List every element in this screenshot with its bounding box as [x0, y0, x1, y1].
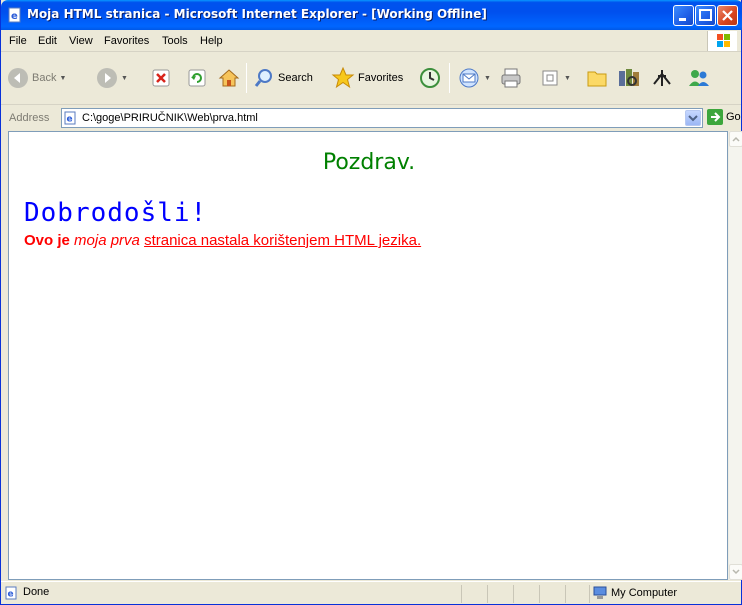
browser-window: e Moja HTML stranica - Microsoft Interne… — [0, 0, 742, 605]
page-icon: e — [64, 111, 76, 125]
menu-favorites[interactable]: Favorites — [104, 35, 149, 47]
back-dropdown-icon[interactable]: ▼ — [59, 75, 66, 82]
minimize-button[interactable] — [673, 5, 694, 26]
windows-logo — [707, 31, 737, 51]
para-bold: Ovo je — [24, 232, 70, 249]
menu-file[interactable]: File — [9, 35, 27, 47]
folder-icon — [587, 71, 607, 87]
done-page-icon: e — [5, 586, 17, 600]
research-icon — [619, 69, 639, 86]
chevron-down-icon — [688, 115, 698, 122]
go-label: Go — [726, 111, 741, 123]
maximize-button[interactable] — [695, 5, 716, 26]
edit-button[interactable]: ▼ — [539, 61, 571, 95]
back-label: Back — [32, 72, 57, 84]
contacts-button[interactable] — [686, 61, 712, 95]
mail-dropdown-icon[interactable]: ▼ — [484, 75, 491, 82]
close-icon — [722, 10, 733, 21]
back-button[interactable]: Back ▼ — [7, 61, 66, 95]
address-dropdown-button[interactable] — [685, 110, 701, 126]
chevron-down-icon — [732, 569, 740, 575]
menu-help[interactable]: Help — [200, 35, 223, 47]
maximize-icon — [699, 9, 712, 21]
status-pane — [461, 585, 487, 603]
scroll-down-button[interactable] — [729, 564, 742, 580]
status-pane — [513, 585, 539, 603]
toolbar-separator — [449, 63, 450, 93]
stop-icon — [152, 69, 170, 87]
zone-text: My Computer — [611, 587, 678, 599]
para-italic: moja prva — [74, 232, 140, 249]
stop-button[interactable] — [151, 61, 171, 95]
back-icon — [8, 68, 28, 88]
chevron-up-icon — [732, 136, 740, 142]
mail-button[interactable]: ▼ — [457, 61, 491, 95]
para-underline: stranica nastala korištenjem HTML jezika… — [144, 232, 422, 249]
standard-toolbar: Back ▼ ▼ Search Favorites ▼ ▼ — [1, 53, 741, 105]
refresh-button[interactable] — [187, 61, 207, 95]
toolbar-separator — [246, 63, 247, 93]
vertical-scrollbar[interactable] — [728, 131, 742, 580]
print-button[interactable] — [499, 61, 523, 95]
messenger-button[interactable] — [650, 61, 676, 95]
edit-icon — [542, 70, 558, 86]
intro-paragraph: Ovo je moja prva stranica nastala korišt… — [24, 232, 421, 249]
address-value: C:\goge\PRIRUČNIK\Web\prva.html — [82, 112, 258, 124]
forward-button[interactable]: ▼ — [96, 61, 128, 95]
contacts-icon — [689, 70, 709, 86]
svg-text:e: e — [67, 115, 73, 125]
status-text: Done — [23, 586, 50, 598]
address-bar: Address e C:\goge\PRIRUČNIK\Web\prva.htm… — [1, 106, 741, 130]
welcome-text: Dobrodošli! — [24, 198, 208, 228]
favorites-label: Favorites — [358, 72, 404, 84]
go-arrow-icon — [707, 109, 723, 125]
favorites-button[interactable]: Favorites — [331, 61, 403, 95]
go-button[interactable]: Go — [707, 109, 741, 125]
refresh-icon — [188, 69, 206, 87]
menu-edit[interactable]: Edit — [38, 35, 57, 47]
forward-icon — [97, 68, 117, 88]
menu-tools[interactable]: Tools — [162, 35, 188, 47]
messenger-icon — [653, 70, 671, 86]
status-pane — [487, 585, 513, 603]
status-pane — [565, 585, 589, 603]
computer-icon — [593, 586, 607, 599]
svg-text:e: e — [8, 590, 14, 600]
status-bar: e Done My Computer — [1, 581, 741, 604]
ie-page-icon: e — [8, 7, 21, 23]
window-title: Moja HTML stranica - Microsoft Internet … — [27, 7, 487, 21]
home-icon — [218, 69, 240, 87]
scroll-up-button[interactable] — [729, 131, 742, 147]
print-icon — [501, 68, 521, 88]
history-icon — [420, 68, 440, 88]
close-button[interactable] — [717, 5, 738, 26]
status-pane — [539, 585, 565, 603]
minimize-icon — [679, 18, 686, 21]
windows-flag-icon — [717, 34, 730, 47]
menu-bar: File Edit View Favorites Tools Help — [1, 30, 741, 52]
mail-icon — [459, 68, 479, 88]
history-button[interactable] — [418, 61, 442, 95]
svg-text:e: e — [11, 11, 18, 22]
favorites-star-icon — [331, 66, 355, 89]
research-button[interactable] — [616, 61, 642, 95]
address-label: Address — [9, 112, 50, 124]
discuss-button[interactable] — [585, 61, 609, 95]
search-button[interactable]: Search — [253, 61, 313, 95]
menu-view[interactable]: View — [69, 35, 93, 47]
page-heading: Pozdrav. — [322, 150, 416, 175]
title-bar[interactable]: e Moja HTML stranica - Microsoft Interne… — [1, 0, 742, 30]
search-icon — [254, 69, 272, 87]
page-content: Pozdrav. Dobrodošli! Ovo je moja prva st… — [8, 131, 728, 580]
address-input[interactable]: e C:\goge\PRIRUČNIK\Web\prva.html — [61, 108, 703, 128]
forward-dropdown-icon[interactable]: ▼ — [121, 75, 128, 82]
home-button[interactable] — [218, 61, 240, 95]
search-label: Search — [278, 72, 313, 84]
edit-dropdown-icon[interactable]: ▼ — [564, 75, 571, 82]
